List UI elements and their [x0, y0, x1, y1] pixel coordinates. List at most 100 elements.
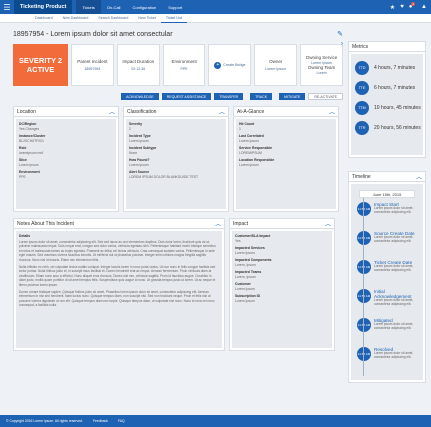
environment-box: Environment PPE: [162, 44, 206, 86]
notes-paragraph: Lorem ipsum dolor sit amet, consectetur …: [19, 240, 216, 262]
feedback-link[interactable]: Feedback: [93, 419, 108, 423]
subnav-ticket-list[interactable]: Ticket List: [160, 14, 187, 23]
metric-row: TTR 20 hours, 56 minutes: [351, 118, 423, 138]
field-label: Impacted Components: [235, 258, 272, 262]
field-label: Alert Source: [129, 170, 150, 174]
subnav-new-dashboard[interactable]: New Dashboard: [58, 14, 94, 23]
field-label: Role: [19, 146, 27, 150]
environment-value: PPE: [180, 67, 188, 71]
field: Incident Type Lorem ipsum: [129, 134, 223, 143]
field-value: Lorem ipsum: [129, 139, 149, 143]
notes-panel: Notes About This Incident ︿ Details Lore…: [13, 218, 225, 351]
field-value: LOREMIPSUM: [239, 151, 262, 155]
nav-item-configuration[interactable]: Configuration: [126, 0, 162, 14]
field-value: BL2SCH8TF001: [19, 139, 44, 143]
create-bridge-box[interactable]: + Create Bridge: [208, 44, 252, 86]
pencil-icon[interactable]: ✎: [337, 30, 343, 38]
owner-value: Lorem Ipsum: [265, 67, 287, 71]
request-assistance-button[interactable]: REQUEST ASSISTANCE: [161, 93, 212, 100]
field-value: Lorem Ipsum: [239, 139, 259, 143]
metric-value: 4 hours, 7 minutes: [374, 65, 416, 71]
timeline-date: June 15th, 2015: [359, 190, 415, 198]
classification-title: Classification: [127, 108, 157, 115]
field: Impacted Components Lorem, Ipsum: [235, 258, 329, 267]
user-icon[interactable]: ▲: [421, 4, 427, 10]
track-button[interactable]: TRACK: [250, 93, 273, 100]
nav-item-support[interactable]: Support: [162, 0, 188, 14]
chevron-up-icon[interactable]: ︿: [215, 219, 221, 228]
field: Severity 2: [129, 122, 223, 131]
create-bridge-label: Create Bridge: [223, 63, 246, 67]
mitigate-button[interactable]: MITIGATE: [279, 93, 306, 100]
field: Impacted Teams Lorem, Ipsum: [235, 270, 329, 279]
chevron-up-icon[interactable]: ︿: [416, 172, 422, 181]
field-label: Customer: [235, 282, 251, 286]
field-label: Subscription ID: [235, 294, 261, 298]
chevron-up-icon[interactable]: ︿: [109, 107, 115, 116]
acknowledge-button[interactable]: ACKNOWLEDGE: [121, 93, 159, 100]
impact-title: Impact: [233, 220, 249, 227]
timeline-line: [363, 198, 364, 376]
timeline-time: 11:56 AM: [357, 289, 371, 303]
field-label: Service Responsible: [239, 146, 273, 150]
chevron-up-icon[interactable]: ︿: [325, 219, 331, 228]
timeline-item-desc: Lorem ipsum dolor sit amet, consectetur …: [374, 322, 414, 330]
create-bridge-button[interactable]: + Create Bridge: [214, 61, 246, 69]
notes-title: Notes About This Incident: [17, 220, 74, 227]
hamburger-icon[interactable]: ☰: [0, 0, 14, 14]
timeline-time: 11:56 AM: [357, 202, 371, 216]
field-label: Location Responsible: [239, 158, 275, 162]
ticket-summary: SEVERITY 2 ACTIVE Parent Incident 189579…: [13, 44, 343, 86]
owner-label: Owner: [269, 59, 283, 64]
field-label: How Found?: [129, 158, 150, 162]
severity-status-box: SEVERITY 2 ACTIVE: [13, 44, 68, 86]
timeline-item: 11:56 AM Initial Acknowledgement Lorem ips…: [351, 289, 423, 318]
at-a-glance-body: Hit Count 1 Last Correlated Lorem Ipsum Se…: [236, 119, 336, 209]
bell-icon[interactable]: ●2: [409, 2, 416, 10]
chevron-up-icon[interactable]: ︿: [329, 107, 335, 116]
copyright: © Copyright 2016 Lorem Ipsum. All rights…: [6, 419, 83, 423]
chevron-right-icon[interactable]: ›: [341, 41, 343, 47]
field-value: 2: [129, 127, 131, 131]
subnav-new-ticket[interactable]: New Ticket: [133, 14, 161, 23]
notes-body: Details Lorem ipsum dolor sit amet, cons…: [16, 231, 222, 348]
impact-body: Customer/SLA Impact Yes Impacted Services…: [232, 231, 332, 348]
faq-link[interactable]: FAQ: [118, 419, 125, 423]
field-label: Environment: [19, 170, 40, 174]
nav-item-tickets[interactable]: Tickets: [76, 0, 101, 14]
subnav-search-dashboard[interactable]: Search Dashboard: [93, 14, 133, 23]
metric-row: TTD 4 hours, 7 minutes: [351, 58, 423, 78]
field: Customer Lorem Ipsum: [235, 282, 329, 291]
field: Slice Lorem ipsum: [19, 158, 113, 167]
field-label: DC/Region: [19, 122, 37, 126]
field-value: PPE: [19, 175, 26, 179]
field-value: 1: [239, 127, 241, 131]
owning-box: Owning Service Lorem Ipsum Owning Team L…: [300, 44, 343, 86]
transfer-button[interactable]: TRANSFER: [214, 93, 244, 100]
field: Instance/Cluster BL2SCH8TF001: [19, 134, 113, 143]
metric-code: TTE: [355, 81, 369, 95]
nav-item-on-call[interactable]: On-Call: [101, 0, 127, 14]
star-icon[interactable]: ★: [390, 4, 395, 11]
metric-row: TTE 6 hours, 7 minutes: [351, 78, 423, 98]
metrics-header: Metrics: [349, 42, 425, 52]
product-name[interactable]: Ticketing Product: [14, 0, 73, 14]
impact-panel: Impact ︿ Customer/SLA Impact Yes Impacted…: [229, 218, 335, 351]
field: Service Responsible LOREMIPSUM: [239, 146, 333, 155]
field-value: Yes: [235, 239, 241, 243]
impact-duration-box: Impact Duration 02:12:36: [116, 44, 160, 86]
field-value: Yes Changes: [19, 127, 40, 131]
field-value: Lorem ipsum: [129, 163, 149, 167]
plus-icon: +: [214, 61, 222, 69]
ticket-title: 18957954 - Lorem ipsum dolor sit amet co…: [13, 30, 173, 38]
location-title: Location: [17, 108, 36, 115]
field-label: Incident Type: [129, 134, 151, 138]
field-label: Impacted Teams: [235, 270, 262, 274]
chevron-up-icon[interactable]: ︿: [219, 107, 225, 116]
heart-icon[interactable]: ♥: [400, 4, 404, 10]
reactivate-button[interactable]: RE-ACTIVATE: [308, 93, 343, 100]
parent-incident-link[interactable]: 18957954: [84, 67, 100, 71]
field: Customer/SLA Impact Yes: [235, 234, 329, 243]
subnav-dashboard[interactable]: Dashboard: [30, 14, 58, 23]
status-label: ACTIVE: [26, 65, 55, 74]
